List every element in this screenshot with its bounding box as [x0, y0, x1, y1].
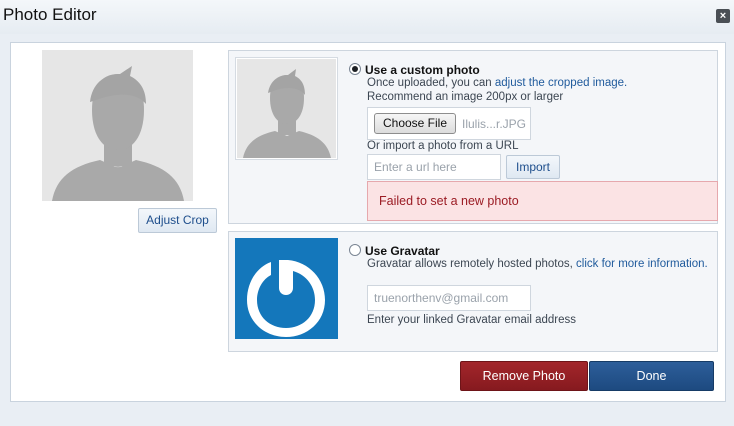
- current-avatar: [42, 50, 193, 201]
- gravatar-icon: [235, 238, 338, 339]
- done-button[interactable]: Done: [589, 361, 714, 391]
- gravatar-email-hint: Enter your linked Gravatar email address: [367, 314, 577, 326]
- avatar-preview: [235, 57, 338, 160]
- custom-photo-section: Use a custom photo Once uploaded, you ca…: [228, 50, 718, 224]
- dialog-title: Photo Editor: [3, 5, 97, 24]
- import-button[interactable]: Import: [506, 155, 560, 179]
- gravatar-logo: [235, 238, 338, 339]
- description-text: Once uploaded, you can: [367, 77, 495, 89]
- custom-photo-radio[interactable]: [349, 63, 361, 75]
- gravatar-email-input[interactable]: truenorthenv@gmail.com: [367, 285, 531, 311]
- custom-photo-description: Once uploaded, you can adjust the croppe…: [367, 77, 627, 89]
- remove-photo-button[interactable]: Remove Photo: [460, 361, 588, 391]
- gravatar-desc-text: Gravatar allows remotely hosted photos,: [367, 258, 577, 270]
- gravatar-section: Use Gravatar Gravatar allows remotely ho…: [228, 231, 718, 352]
- close-icon[interactable]: ×: [716, 9, 730, 23]
- file-upload-field: Choose File Ilulis...r.JPG: [367, 107, 531, 140]
- url-input[interactable]: Enter a url here: [367, 154, 501, 180]
- choose-file-button[interactable]: Choose File: [374, 113, 456, 134]
- recommend-text: Recommend an image 200px or larger: [367, 91, 564, 103]
- selected-file-name: Ilulis...r.JPG: [462, 117, 527, 131]
- title-bar: Photo Editor ×: [0, 0, 734, 34]
- photo-editor-panel: Adjust Crop Use a custom photo Once uplo…: [10, 42, 726, 402]
- gravatar-title: Use Gravatar: [365, 244, 440, 258]
- avatar-thumbnail: [237, 59, 336, 158]
- avatar-silhouette-icon: [237, 59, 336, 158]
- error-message: Failed to set a new photo: [367, 181, 718, 221]
- adjust-crop-button[interactable]: Adjust Crop: [138, 208, 217, 233]
- gravatar-description: Gravatar allows remotely hosted photos, …: [367, 258, 708, 270]
- adjust-image-link[interactable]: adjust the cropped image.: [495, 77, 627, 89]
- gravatar-radio[interactable]: [349, 244, 361, 256]
- gravatar-info-link[interactable]: click for more information.: [576, 258, 708, 270]
- avatar-silhouette-icon: [42, 50, 193, 201]
- custom-photo-title: Use a custom photo: [365, 63, 480, 77]
- import-hint: Or import a photo from a URL: [367, 140, 519, 152]
